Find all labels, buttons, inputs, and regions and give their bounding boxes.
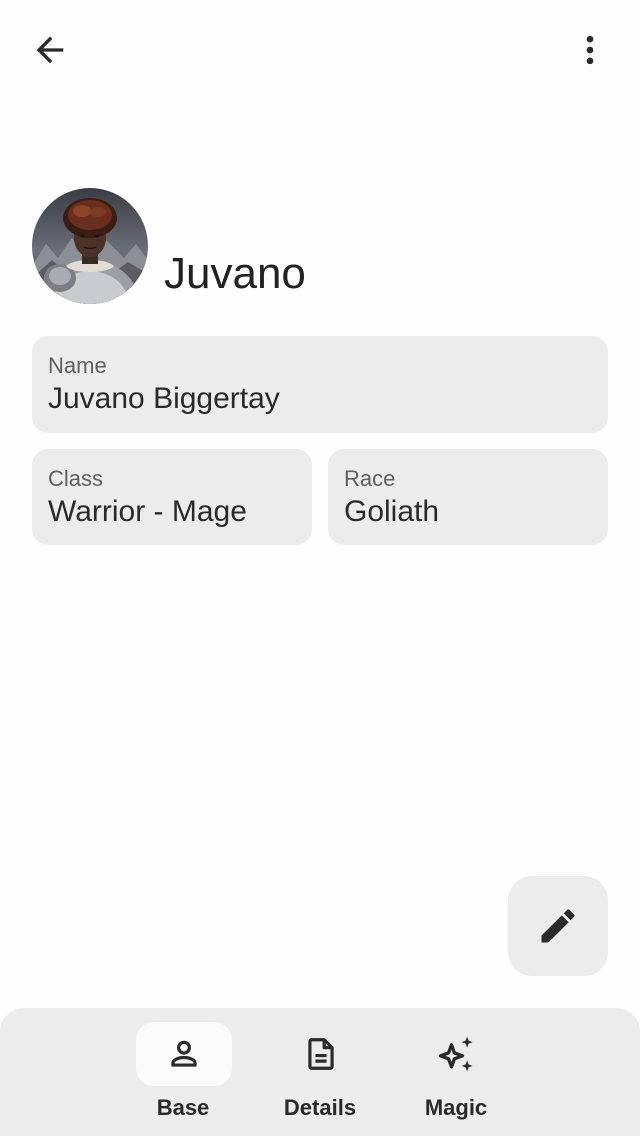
nav-item-base-label: Base <box>156 1095 210 1120</box>
class-field-value: Warrior - Mage <box>48 495 247 528</box>
back-button[interactable] <box>22 22 78 78</box>
nav-item-details-label: Details <box>283 1095 357 1120</box>
character-title: Juvano <box>164 249 306 298</box>
avatar-portrait <box>32 188 148 304</box>
race-field-value: Goliath <box>344 495 440 528</box>
race-field-label: Race <box>344 466 396 491</box>
document-icon <box>308 1038 334 1070</box>
name-field-label: Name <box>48 353 107 378</box>
more-vertical-icon <box>586 35 594 65</box>
class-field[interactable]: Class Warrior - Mage <box>32 449 312 545</box>
nav-item-magic-label: Magic <box>424 1095 488 1120</box>
character-avatar[interactable] <box>32 188 148 304</box>
race-field[interactable]: Race Goliath <box>328 449 608 545</box>
name-field-value: Juvano Biggertay <box>48 382 280 415</box>
more-options-button[interactable] <box>562 22 618 78</box>
arrow-left-icon <box>36 36 64 64</box>
nav-item-base[interactable]: Base <box>113 1022 253 1126</box>
nav-item-details[interactable]: Details <box>250 1022 390 1126</box>
edit-button[interactable] <box>508 876 608 976</box>
sparkle-icon <box>438 1036 473 1072</box>
nav-item-magic[interactable]: Magic <box>386 1022 526 1126</box>
character-screen: Juvano Name Juvano Biggertay Class Warri… <box>0 0 640 1136</box>
name-field[interactable]: Name Juvano Biggertay <box>32 336 608 433</box>
pencil-icon <box>541 909 575 943</box>
nav-active-indicator <box>136 1022 232 1086</box>
nav-magic-icon-holder <box>409 1022 505 1086</box>
person-icon <box>171 1040 197 1067</box>
class-field-label: Class <box>48 466 104 491</box>
bottom-navigation: Base Details Magic <box>0 1008 640 1136</box>
nav-details-icon-holder <box>273 1022 369 1086</box>
